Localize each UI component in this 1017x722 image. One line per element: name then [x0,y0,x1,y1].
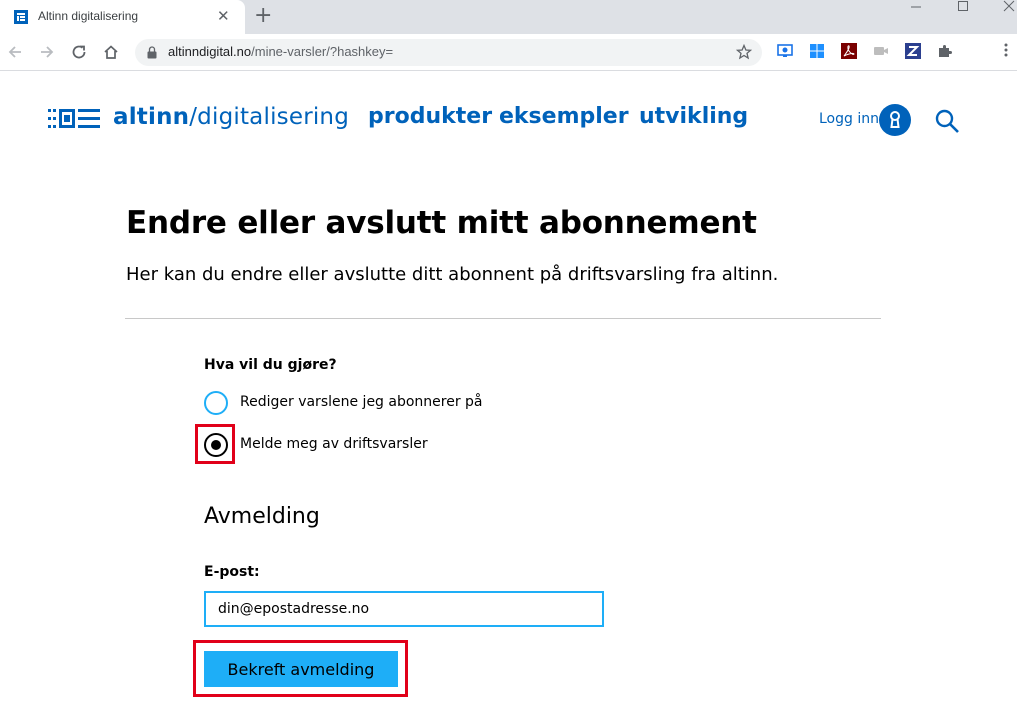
extension-camera-icon[interactable] [873,43,889,59]
radio-edit-subscriptions[interactable] [204,391,228,415]
extension-z-icon[interactable] [905,43,921,59]
email-field[interactable] [204,591,604,627]
nav-utvikling[interactable]: utvikling [639,104,748,129]
page-title: Endre eller avslutt mitt abonnement [126,205,757,241]
tab-close-icon[interactable]: ✕ [217,8,230,24]
lock-icon [147,46,157,59]
home-icon[interactable] [100,41,122,63]
highlight-box-radio [195,424,235,464]
radio-label[interactable]: Melde meg av driftsvarsler [240,436,428,452]
nav-eksempler[interactable]: eksempler [499,104,629,129]
minimize-icon[interactable] [910,0,922,17]
back-icon[interactable] [4,41,26,63]
star-icon[interactable] [735,42,753,64]
new-tab-button[interactable]: + [254,4,272,28]
page-intro: Her kan du endre eller avslutte ditt abo… [126,264,779,285]
section-title: Avmelding [204,504,320,529]
favicon-icon [14,10,28,24]
extension-network-icon[interactable] [777,43,793,59]
menu-icon[interactable] [1004,42,1008,62]
puzzle-icon[interactable] [937,43,953,59]
tab-title: Altinn digitalisering [38,9,139,23]
divider [125,318,881,319]
reload-icon[interactable] [68,41,90,63]
browser-tab[interactable]: Altinn digitalisering ✕ [0,0,245,34]
question-label: Hva vil du gjøre? [204,357,337,373]
browser-toolbar: altinndigital.no/mine-varsler/?hashkey= [0,34,1017,71]
url-text: altinndigital.no/mine-varsler/?hashkey= [168,44,394,59]
email-label: E-post: [204,564,260,580]
radio-label[interactable]: Rediger varslene jeg abonnerer på [240,394,483,410]
browser-tabbar: Altinn digitalisering ✕ + [0,0,1017,34]
altinn-logo-icon [48,109,100,128]
logo-text: altinn/digitalisering [113,104,350,130]
maximize-icon[interactable] [957,0,969,15]
login-link[interactable]: Logg inn [819,111,879,127]
login-keyhole-icon[interactable] [879,104,911,136]
extension-windows-icon[interactable] [809,43,825,59]
highlight-box-button [193,640,408,697]
extension-pdf-icon[interactable] [841,43,857,59]
address-bar[interactable]: altinndigital.no/mine-varsler/?hashkey= [135,39,762,66]
search-icon[interactable] [934,108,960,134]
window-close-icon[interactable] [1003,0,1015,15]
forward-icon[interactable] [36,41,58,63]
nav-produkter[interactable]: produkter [368,104,492,129]
